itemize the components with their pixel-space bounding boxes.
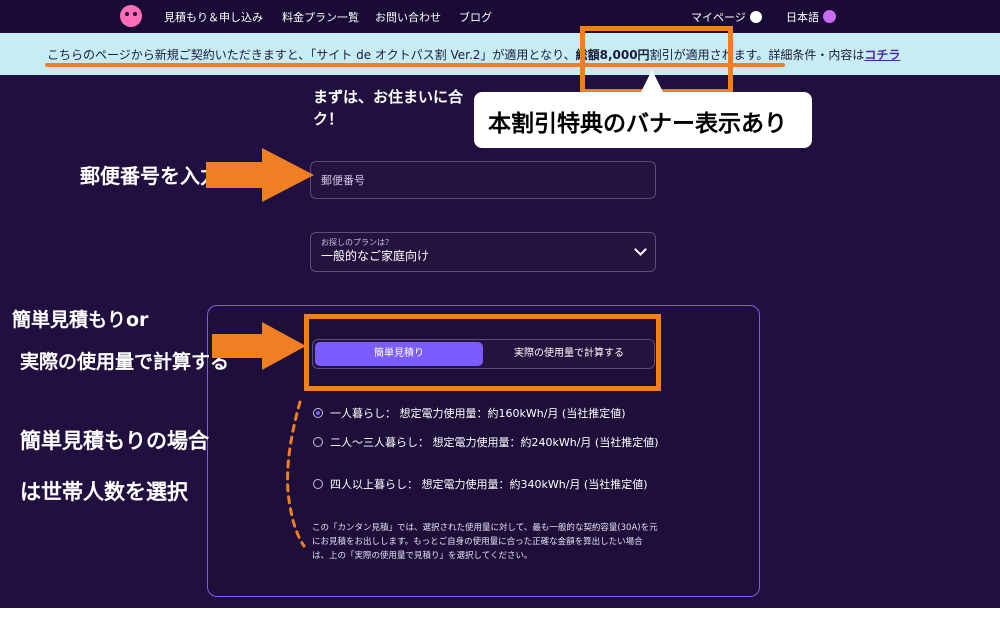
household-option-label: 四人以上暮らし： 想定電力使用量：約340kWh/月 (当社推定値) <box>330 478 648 491</box>
page-heading: まずは、お住まいに合 ク！ <box>313 88 464 128</box>
radio-button[interactable] <box>313 479 323 489</box>
globe-icon <box>823 10 836 23</box>
banner-detail-link[interactable]: コチラ <box>864 48 900 62</box>
plan-select-value: 一般的なご家庭向け <box>321 249 430 263</box>
top-nav: 見積もり＆申し込み 料金プラン一覧 お問い合わせ ブログ マイページ 日本語 <box>0 0 1000 32</box>
household-option-four-plus[interactable]: 四人以上暮らし： 想定電力使用量：約340kWh/月 (当社推定値) <box>313 475 663 494</box>
page-bottom-edge <box>0 608 1000 627</box>
radio-button[interactable] <box>313 437 323 447</box>
banner-text-before: こちらのページから新規ご契約いただきますと、「サイト de オクトパス割 Ver… <box>47 48 576 62</box>
language-label: 日本語 <box>786 11 819 24</box>
nav-item-blog[interactable]: ブログ <box>459 9 492 25</box>
octopus-logo-icon[interactable] <box>120 5 142 27</box>
postal-code-input[interactable] <box>310 161 656 199</box>
household-option-label: 一人暮らし： 想定電力使用量：約160kWh/月 (当社推定値) <box>330 407 626 420</box>
annotation-toggle-box <box>304 314 661 391</box>
annotation-postal: 郵便番号を入力 <box>80 164 220 188</box>
annotation-callout: 本割引特典のバナー表示あり <box>474 92 812 148</box>
campaign-banner: こちらのページから新規ご契約いただきますと、「サイト de オクトパス割 Ver… <box>0 33 1000 75</box>
annotation-toggle-line2: 実際の使用量で計算する <box>20 351 230 373</box>
household-option-label: 二人〜三人暮らし： 想定電力使用量：約240kWh/月 (当社推定値) <box>330 436 659 449</box>
radio-button[interactable] <box>313 408 323 418</box>
annotation-simple-line1: 簡単見積もりの場合 <box>20 429 209 453</box>
nav-item-estimate[interactable]: 見積もり＆申し込み <box>164 9 263 25</box>
nav-item-plans[interactable]: 料金プラン一覧 <box>282 9 359 25</box>
user-icon <box>749 11 762 23</box>
callout-tail <box>640 70 664 94</box>
annotation-simple-line2: は世帯人数を選択 <box>20 480 188 504</box>
mypage-link[interactable]: マイページ <box>691 9 762 25</box>
nav-item-contact[interactable]: お問い合わせ <box>375 9 441 25</box>
plan-select[interactable]: お探しのプランは？ 一般的なご家庭向け <box>310 232 656 272</box>
annotation-toggle-line1: 簡単見積もりor <box>12 309 149 331</box>
annotation-bracket <box>286 400 306 548</box>
language-switch[interactable]: 日本語 <box>786 9 836 25</box>
estimate-note: この「カンタン見積」では、選択された使用量に対して、最も一般的な契約容量(30A… <box>312 523 658 561</box>
household-option-two-three[interactable]: 二人〜三人暮らし： 想定電力使用量：約240kWh/月 (当社推定値) <box>313 433 663 452</box>
banner-text: こちらのページから新規ご契約いただきますと、「サイト de オクトパス割 Ver… <box>47 46 900 63</box>
household-option-single[interactable]: 一人暮らし： 想定電力使用量：約160kWh/月 (当社推定値) <box>313 404 663 423</box>
chevron-down-icon <box>634 243 647 256</box>
mypage-label: マイページ <box>691 11 746 24</box>
